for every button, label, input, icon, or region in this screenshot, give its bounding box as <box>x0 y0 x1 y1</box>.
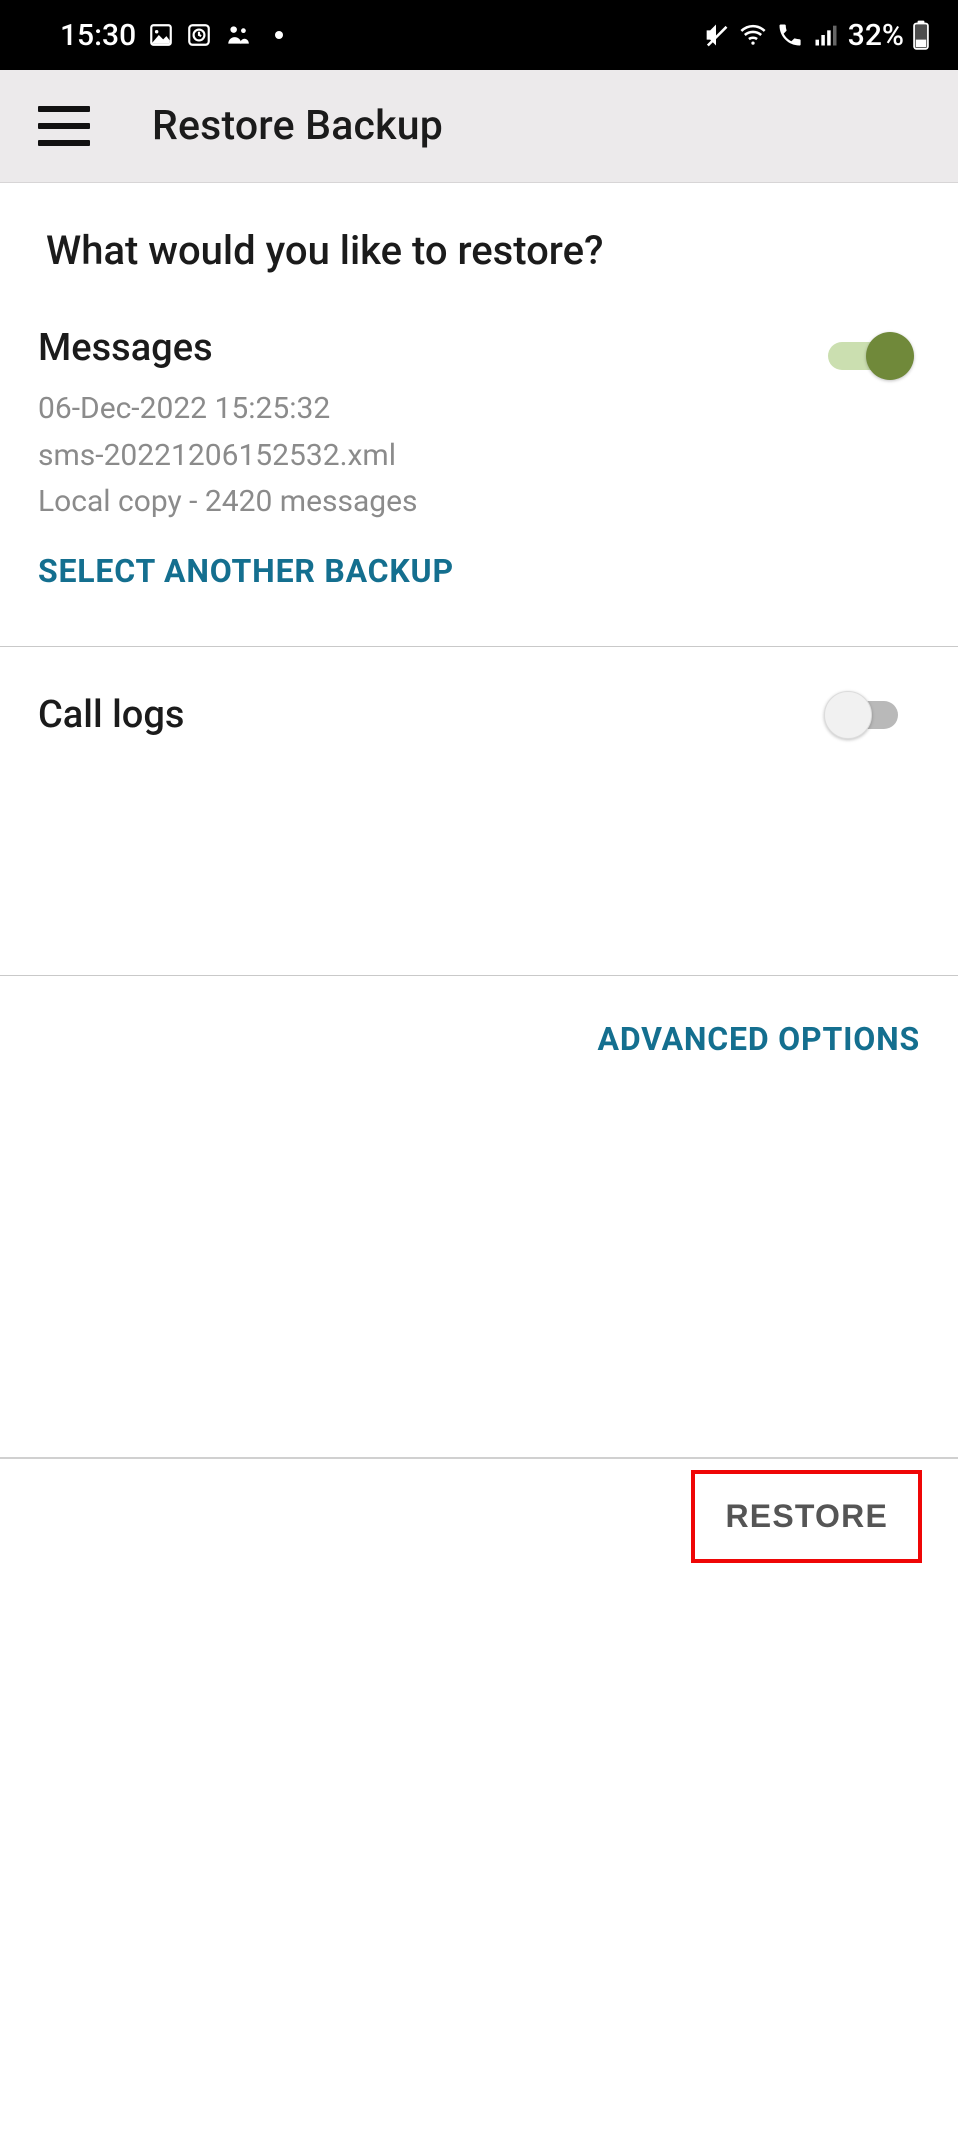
select-another-backup-button[interactable]: SELECT ANOTHER BACKUP <box>38 526 454 646</box>
messages-toggle[interactable] <box>828 332 914 380</box>
call-logs-title: Call logs <box>38 693 184 737</box>
messages-section: Messages 06-Dec-2022 15:25:32 sms-202212… <box>0 326 958 646</box>
image-icon <box>148 22 174 48</box>
signal-icon <box>812 21 840 49</box>
messages-filename: sms-20221206152532.xml <box>38 433 418 480</box>
wifi-icon <box>738 21 768 49</box>
page-title: Restore Backup <box>152 102 443 150</box>
dot-icon <box>264 30 284 40</box>
call-logs-toggle[interactable] <box>828 691 914 739</box>
restore-button[interactable]: RESTORE <box>691 1470 922 1563</box>
vibrate-mute-icon <box>702 21 730 49</box>
battery-percent-text: 32% <box>848 18 904 53</box>
app-bar: Restore Backup <box>0 70 958 183</box>
status-left: 15:30 <box>60 18 284 53</box>
clock-box-icon <box>186 22 212 48</box>
volte-call-icon <box>776 21 804 49</box>
advanced-options-button[interactable]: ADVANCED OPTIONS <box>598 1020 920 1058</box>
messages-summary: Local copy - 2420 messages <box>38 479 418 526</box>
messages-timestamp: 06-Dec-2022 15:25:32 <box>38 386 418 433</box>
call-logs-section: Call logs <box>0 647 958 975</box>
messages-title: Messages <box>38 326 418 370</box>
battery-icon <box>912 20 930 50</box>
status-bar: 15:30 <box>0 0 958 70</box>
restore-prompt: What would you like to restore? <box>0 183 958 326</box>
status-right: 32% <box>702 18 930 53</box>
menu-icon[interactable] <box>38 106 90 146</box>
footer-bar: RESTORE <box>0 1457 958 1573</box>
teams-icon <box>224 22 252 48</box>
status-time: 15:30 <box>60 18 136 53</box>
